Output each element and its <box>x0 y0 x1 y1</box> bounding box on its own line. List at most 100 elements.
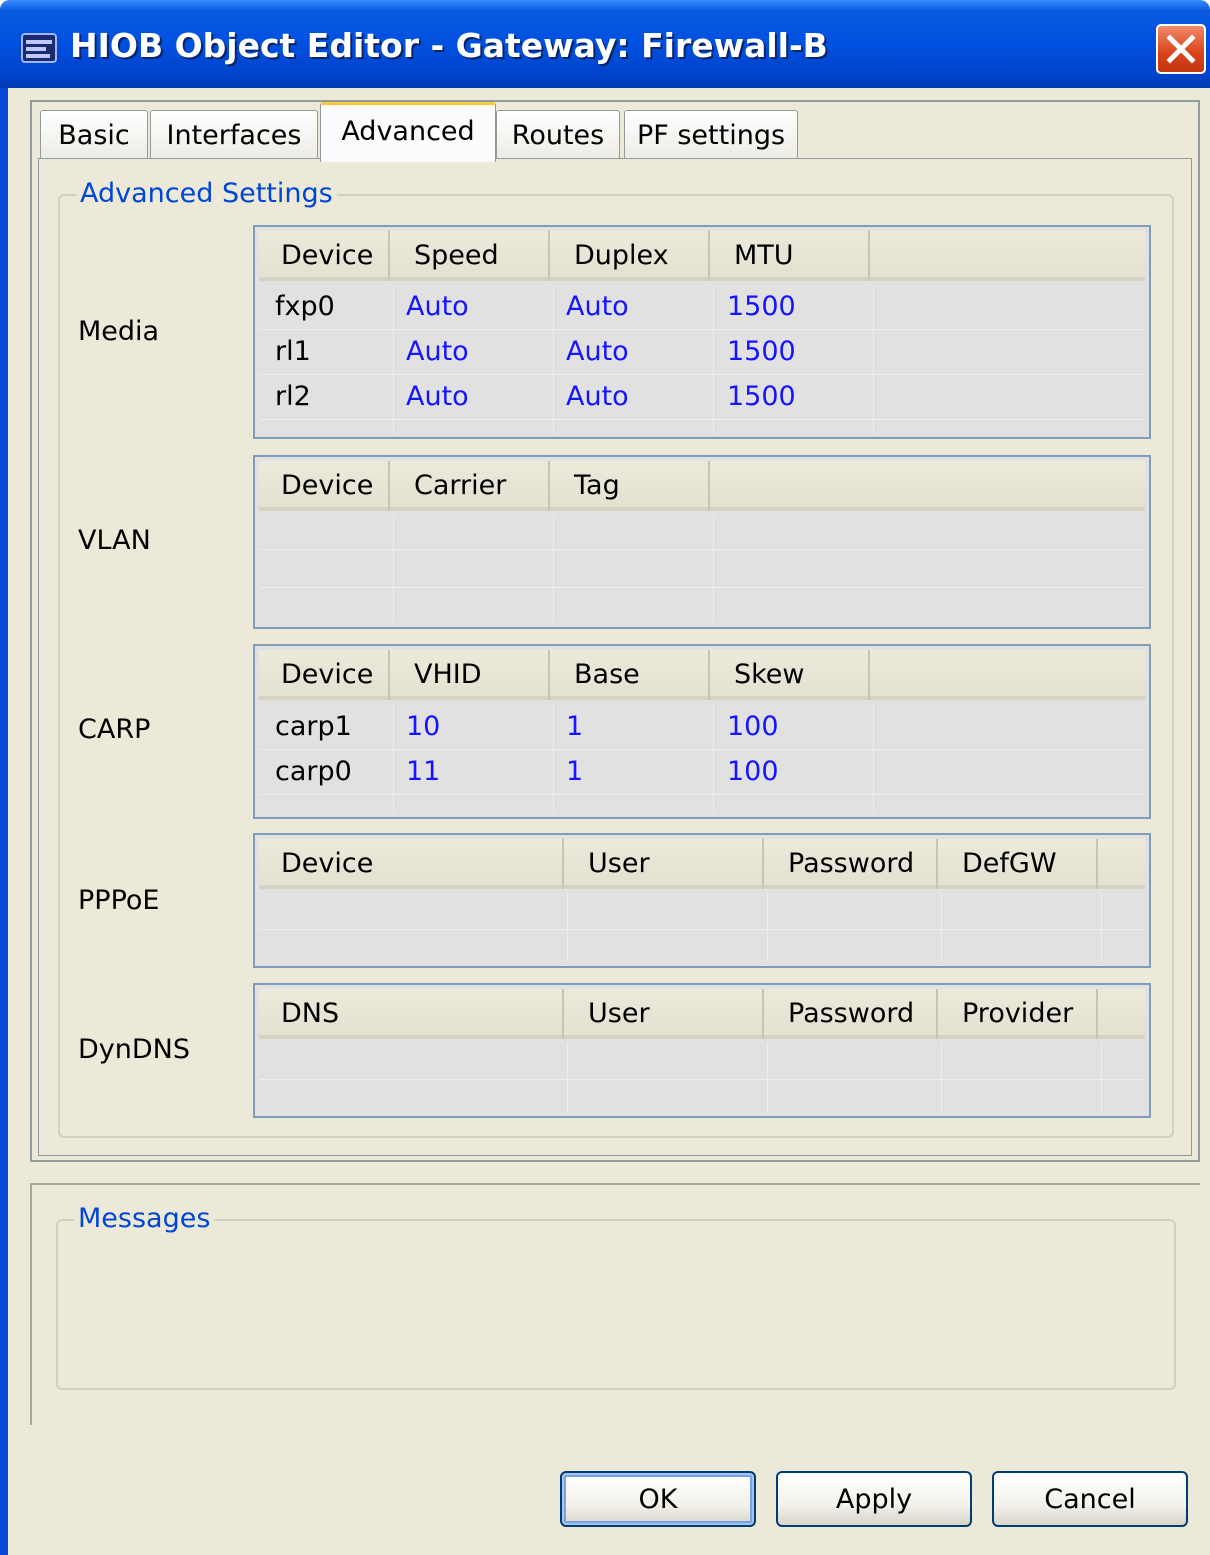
column-header[interactable]: Provider <box>940 989 1098 1039</box>
table-cell[interactable]: Auto <box>406 287 469 327</box>
grid-line <box>567 1043 568 1112</box>
column-header[interactable]: Password <box>766 989 938 1039</box>
grid-line <box>767 893 768 962</box>
grid-line <box>941 893 942 962</box>
grid-line <box>259 329 1145 330</box>
vlan-label: VLAN <box>78 525 151 556</box>
dyndns-label: DynDNS <box>78 1034 191 1065</box>
table-cell[interactable]: carp1 <box>275 707 352 747</box>
grid-line <box>259 929 1145 930</box>
media-table[interactable]: Device Speed Duplex MTU fxp0 Auto Auto 1… <box>253 225 1151 439</box>
grid-line <box>767 1043 768 1112</box>
column-header[interactable]: User <box>566 839 764 889</box>
table-cell[interactable]: Auto <box>566 332 629 372</box>
column-header[interactable]: Device <box>259 461 390 511</box>
grid-line <box>259 587 1145 588</box>
table-cell[interactable]: fxp0 <box>275 287 335 327</box>
window-title: HIOB Object Editor - Gateway: Firewall-B <box>70 26 828 65</box>
grid-line <box>713 285 714 433</box>
table-cell[interactable]: 100 <box>727 707 779 747</box>
table-cell[interactable]: 1 <box>566 752 583 792</box>
grid-line <box>553 515 554 623</box>
tab-label: Interfaces <box>166 120 302 151</box>
column-header[interactable]: Duplex <box>552 231 710 281</box>
dyndns-table[interactable]: DNS User Password Provider <box>253 983 1151 1118</box>
table-cell[interactable]: rl2 <box>275 377 311 417</box>
tab-label: Routes <box>511 120 605 151</box>
column-header[interactable]: VHID <box>392 650 550 700</box>
messages-group <box>56 1219 1176 1390</box>
column-header[interactable]: Tag <box>552 461 710 511</box>
hiob-app-icon <box>21 33 57 63</box>
grid-line <box>1101 893 1102 962</box>
table-cell[interactable]: 10 <box>406 707 440 747</box>
table-cell[interactable]: 11 <box>406 752 440 792</box>
table-cell[interactable]: rl1 <box>275 332 311 372</box>
tab-pf-settings[interactable]: PF settings <box>624 110 798 160</box>
grid-line <box>259 794 1145 795</box>
grid-line <box>393 515 394 623</box>
column-header[interactable]: Carrier <box>392 461 550 511</box>
grid-line <box>873 704 874 813</box>
column-header[interactable]: Skew <box>712 650 870 700</box>
grid-line <box>259 1079 1145 1080</box>
grid-line <box>873 285 874 433</box>
tab-interfaces[interactable]: Interfaces <box>150 110 318 160</box>
grid-line <box>713 704 714 813</box>
carp-table[interactable]: Device VHID Base Skew carp1 10 1 100 car… <box>253 644 1151 819</box>
media-label: Media <box>78 316 160 347</box>
column-header[interactable]: MTU <box>712 231 870 281</box>
table-cell[interactable]: carp0 <box>275 752 352 792</box>
vlan-table[interactable]: Device Carrier Tag <box>253 455 1151 629</box>
table-cell[interactable]: Auto <box>406 377 469 417</box>
carp-label: CARP <box>78 714 151 745</box>
advanced-settings-legend: Advanced Settings <box>76 178 337 209</box>
column-header[interactable]: DNS <box>259 989 564 1039</box>
table-cell[interactable]: 1500 <box>727 287 796 327</box>
tab-routes[interactable]: Routes <box>496 110 620 160</box>
column-header[interactable]: Speed <box>392 231 550 281</box>
table-cell[interactable]: 1500 <box>727 377 796 417</box>
close-button[interactable] <box>1156 24 1206 74</box>
column-header[interactable]: Device <box>259 839 564 889</box>
column-header[interactable]: Device <box>259 650 390 700</box>
grid-line <box>941 1043 942 1112</box>
column-header[interactable]: Device <box>259 231 390 281</box>
grid-line <box>393 704 394 813</box>
table-cell[interactable]: Auto <box>566 377 629 417</box>
column-header[interactable]: User <box>566 989 764 1039</box>
grid-line <box>259 749 1145 750</box>
column-header[interactable]: DefGW <box>940 839 1098 889</box>
close-icon <box>1166 34 1196 64</box>
grid-line <box>1101 1043 1102 1112</box>
table-cell[interactable]: 1 <box>566 707 583 747</box>
grid-line <box>553 704 554 813</box>
table-cell[interactable]: 100 <box>727 752 779 792</box>
tab-basic[interactable]: Basic <box>40 110 148 160</box>
table-cell[interactable]: Auto <box>406 332 469 372</box>
grid-line <box>553 285 554 433</box>
grid-line <box>259 374 1145 375</box>
pppoe-table[interactable]: Device User Password DefGW <box>253 833 1151 968</box>
table-header: Device Speed Duplex MTU <box>259 231 1145 281</box>
title-bar[interactable]: HIOB Object Editor - Gateway: Firewall-B <box>0 0 1210 88</box>
table-header: DNS User Password Provider <box>259 989 1145 1039</box>
pppoe-label: PPPoE <box>78 885 160 916</box>
grid-line <box>393 285 394 433</box>
grid-line <box>259 419 1145 420</box>
messages-legend: Messages <box>74 1203 215 1234</box>
table-header: Device User Password DefGW <box>259 839 1145 889</box>
cancel-button[interactable]: Cancel <box>992 1471 1188 1527</box>
column-header[interactable]: Base <box>552 650 710 700</box>
tab-label: PF settings <box>636 120 786 151</box>
tab-label: Basic <box>58 120 130 151</box>
column-header[interactable]: Password <box>766 839 938 889</box>
tab-advanced[interactable]: Advanced <box>320 102 496 162</box>
table-cell[interactable]: Auto <box>566 287 629 327</box>
table-cell[interactable]: 1500 <box>727 332 796 372</box>
ok-button[interactable]: OK <box>560 1471 756 1527</box>
grid-line <box>259 549 1145 550</box>
apply-button[interactable]: Apply <box>776 1471 972 1527</box>
table-header: Device Carrier Tag <box>259 461 1145 511</box>
tab-label: Advanced <box>341 116 475 147</box>
